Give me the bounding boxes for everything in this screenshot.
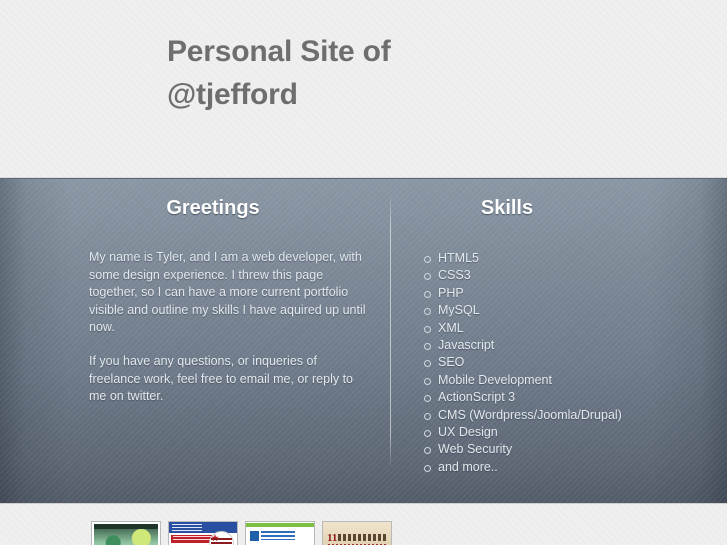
skills-list: HTML5 CSS3 PHP MySQL XML Javascript SEO … (424, 250, 700, 476)
thumbnail-header-bar (246, 523, 314, 527)
greetings-paragraph-2: If you have any questions, or inqueries … (89, 353, 354, 404)
skills-column: Skills HTML5 CSS3 PHP MySQL XML Javascri… (400, 179, 700, 476)
skills-heading: Skills (480, 197, 534, 219)
skill-list-item: XML (424, 320, 700, 337)
skill-list-item: SEO (424, 354, 700, 371)
page-footer: 11 TWITTER (0, 503, 727, 545)
thumbnail-number: 11 (327, 532, 338, 544)
page-header: Personal Site of @tjefford (0, 0, 727, 178)
thumbnail-text-lines (211, 538, 232, 545)
greetings-paragraph-1: My name is Tyler, and I am a web develop… (89, 250, 366, 335)
skill-list-item: HTML5 (424, 250, 700, 267)
thumbnail-logo (250, 531, 259, 541)
skill-list-item: Mobile Development (424, 372, 700, 389)
thumbnail-text-lines (172, 524, 202, 532)
site-title-line-1: Personal Site of (167, 35, 391, 68)
thumbnail-header-bar (94, 524, 158, 529)
skill-list-item: PHP (424, 285, 700, 302)
skill-list-item: Web Security (424, 441, 700, 458)
column-divider (390, 194, 391, 466)
greetings-column: Greetings My name is Tyler, and I am a w… (72, 179, 382, 406)
portfolio-thumbnail-fm-home-patio[interactable]: 11 (322, 521, 392, 545)
skill-list-item: ActionScript 3 (424, 389, 700, 406)
portfolio-thumbnail-blue-red-banner-site[interactable] (168, 521, 238, 545)
skill-list-item: CMS (Wordpress/Joomla/Drupal) (424, 407, 700, 424)
skill-list-item: and more.. (424, 459, 700, 476)
skill-list-item: Javascript (424, 337, 700, 354)
thumbnail-text-lines (338, 534, 388, 541)
site-title-line-2: @tjefford (167, 78, 298, 111)
portfolio-thumbnail-strip: 11 (91, 521, 392, 545)
skill-list-item: MySQL (424, 302, 700, 319)
portfolio-thumbnail-green-bar-site[interactable] (245, 521, 315, 545)
site-title-block: Personal Site of @tjefford (167, 30, 687, 116)
skill-list-item: CSS3 (424, 267, 700, 284)
thumbnail-text-lines (261, 531, 295, 540)
skill-list-item: UX Design (424, 424, 700, 441)
main-content-panel: Greetings My name is Tyler, and I am a w… (0, 178, 727, 503)
portfolio-thumbnail-green-site[interactable] (91, 521, 161, 545)
greetings-heading: Greetings (166, 197, 260, 219)
